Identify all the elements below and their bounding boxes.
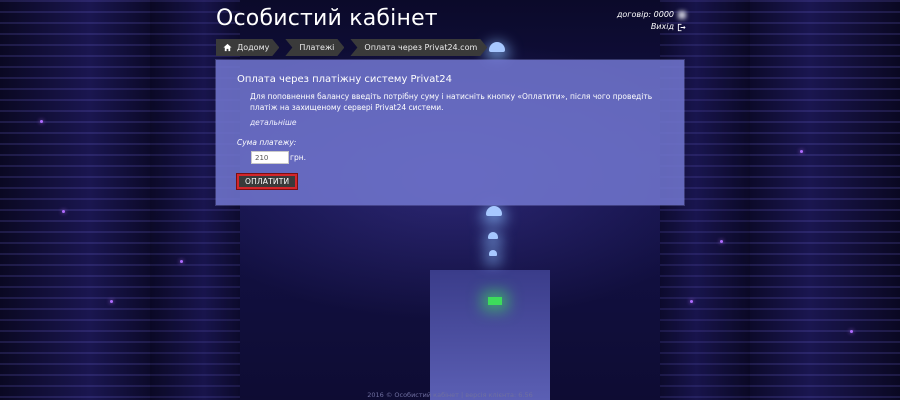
amount-input[interactable] <box>251 151 289 164</box>
currency-label: грн. <box>290 153 306 162</box>
amount-label: Сума платежу: <box>237 138 297 147</box>
masked-contract-digits <box>678 11 686 19</box>
logout-link[interactable]: Вихід <box>617 21 686 33</box>
home-icon <box>223 43 232 52</box>
breadcrumb-payments[interactable]: Платежі <box>285 39 344 56</box>
user-box: договір: 0000 Вихід <box>617 9 686 33</box>
panel-heading: Оплата через платіжну систему Privat24 <box>237 74 452 85</box>
breadcrumb: Додому Платежі Оплата через Privat24.com <box>216 39 493 56</box>
contract-row: договір: 0000 <box>617 9 686 21</box>
logout-label[interactable]: Вихід <box>651 21 674 33</box>
panel-description: Для поповнення балансу введіть потрібну … <box>250 92 653 112</box>
breadcrumb-home[interactable]: Додому <box>216 39 279 56</box>
payment-panel: Оплата через платіжну систему Privat24 Д… <box>216 60 684 205</box>
logout-icon[interactable] <box>677 23 686 32</box>
breadcrumb-current: Оплата через Privat24.com <box>350 39 487 56</box>
breadcrumb-current-label: Оплата через Privat24.com <box>364 43 478 52</box>
breadcrumb-home-label: Додому <box>237 43 270 52</box>
breadcrumb-payments-label: Платежі <box>299 43 335 52</box>
details-link[interactable]: детальніше <box>250 118 296 127</box>
pay-button[interactable]: ОПЛАТИТИ <box>237 174 298 189</box>
footer: 2016 © Особистий кабінет | версія клієнт… <box>367 391 533 399</box>
page-title: Особистий кабінет <box>216 6 438 31</box>
contract-number: договір: 0000 <box>616 10 674 19</box>
